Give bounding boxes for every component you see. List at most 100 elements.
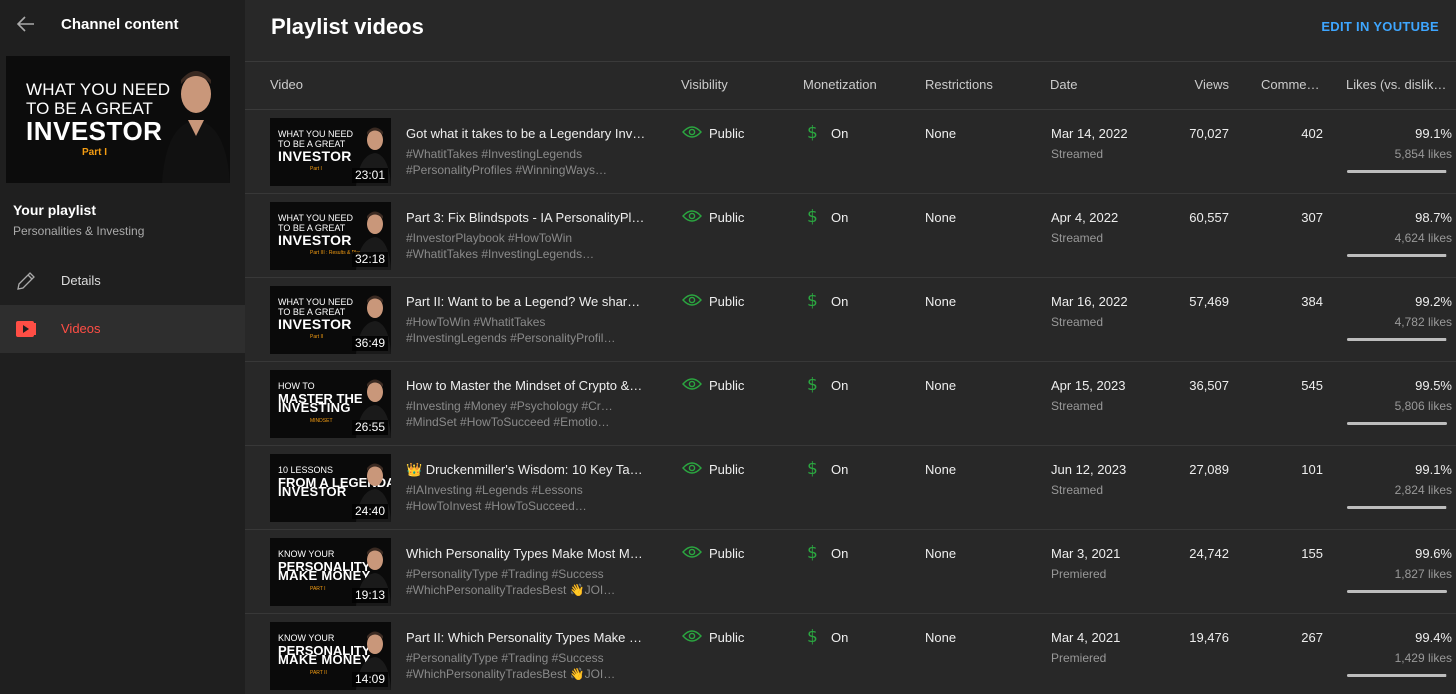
video-thumbnail[interactable]: WHAT YOU NEED TO BE A GREAT INVESTOR Par… (270, 286, 391, 354)
thumb-text-line1: 10 LESSONS (278, 465, 334, 475)
table-row[interactable]: KNOW YOUR PERSONALITY MAKE MONEY PART I … (245, 530, 1456, 614)
comment-count: 307 (1301, 210, 1323, 225)
column-header-restrictions[interactable]: Restrictions (925, 77, 993, 92)
visibility-status[interactable]: Public (709, 630, 744, 645)
monetization-status[interactable]: On (831, 294, 848, 309)
likes-count: 4,624 likes (1394, 231, 1452, 245)
comment-count: 267 (1301, 630, 1323, 645)
table-row[interactable]: WHAT YOU NEED TO BE A GREAT INVESTOR Par… (245, 278, 1456, 362)
video-description-line1: #Investing #Money #Psychology #Crypto (406, 399, 616, 413)
view-count: 70,027 (1189, 126, 1229, 141)
video-description-line1: #HowToWin #WhatitTakes (406, 315, 546, 329)
video-title[interactable]: Got what it takes to be a Legendary Inv… (406, 126, 646, 141)
video-date: Mar 14, 2022 (1051, 126, 1128, 141)
video-icon (16, 321, 36, 337)
visibility-status[interactable]: Public (709, 210, 744, 225)
video-thumbnail[interactable]: 10 LESSONS FROM A LEGENDARY INVESTOR 24:… (270, 454, 391, 522)
playlist-thumb-line3: INVESTOR (26, 116, 163, 146)
nav-videos[interactable]: Videos (0, 305, 245, 353)
monetization-status[interactable]: On (831, 462, 848, 477)
thumb-text-line1: WHAT YOU NEED (278, 213, 354, 223)
video-title[interactable]: 👑 Druckenmiller's Wisdom: 10 Key Tak… (406, 462, 646, 478)
playlist-thumbnail[interactable]: WHAT YOU NEED TO BE A GREAT INVESTOR Par… (6, 56, 230, 183)
video-duration: 36:49 (351, 336, 388, 351)
column-header-likes[interactable]: Likes (vs. dislik… (1346, 77, 1446, 92)
monetization-status[interactable]: On (831, 126, 848, 141)
column-header-video[interactable]: Video (270, 77, 303, 92)
column-header-monetization[interactable]: Monetization (803, 77, 877, 92)
video-thumbnail[interactable]: WHAT YOU NEED TO BE A GREAT INVESTOR Par… (270, 202, 391, 270)
nav-videos-label: Videos (61, 321, 101, 336)
thumb-text-line1: WHAT YOU NEED (278, 297, 354, 307)
video-title[interactable]: Part II: Which Personality Types Make … (406, 630, 646, 645)
thumb-text-line3: INVESTING (278, 400, 351, 415)
column-header-visibility[interactable]: Visibility (681, 77, 728, 92)
video-duration: 23:01 (351, 168, 388, 183)
restrictions-status: None (925, 210, 957, 225)
monetization-status[interactable]: On (831, 378, 848, 393)
likes-ratio-fill (1347, 422, 1447, 425)
video-title[interactable]: Part II: Want to be a Legend? We share … (406, 294, 646, 309)
video-title[interactable]: Which Personality Types Make Most M… (406, 546, 646, 561)
likes-ratio-bar (1347, 590, 1447, 593)
comment-count: 402 (1301, 126, 1323, 141)
eye-icon (682, 210, 702, 222)
column-header-views[interactable]: Views (1195, 77, 1229, 92)
video-description-line2: #WhichPersonalityTradesBest 👋JOIN T… (406, 667, 616, 681)
video-thumbnail[interactable]: HOW TO MASTER THE INVESTING MINDSET 26:5… (270, 370, 391, 438)
table-row[interactable]: WHAT YOU NEED TO BE A GREAT INVESTOR Par… (245, 110, 1456, 194)
likes-ratio-fill (1347, 674, 1447, 677)
likes-ratio-bar (1347, 422, 1447, 425)
likes-percentage: 99.1% (1415, 126, 1452, 141)
video-thumbnail[interactable]: KNOW YOUR PERSONALITY MAKE MONEY PART I … (270, 538, 391, 606)
table-row[interactable]: KNOW YOUR PERSONALITY MAKE MONEY PART II… (245, 614, 1456, 694)
dollar-icon: $ (807, 543, 818, 563)
monetization-status[interactable]: On (831, 630, 848, 645)
video-thumbnail[interactable]: WHAT YOU NEED TO BE A GREAT INVESTOR Par… (270, 118, 391, 186)
eye-icon (682, 630, 702, 642)
likes-count: 1,429 likes (1394, 651, 1452, 665)
table-row[interactable]: WHAT YOU NEED TO BE A GREAT INVESTOR Par… (245, 194, 1456, 278)
video-description-line1: #InvestorPlaybook #HowToWin (406, 231, 573, 245)
likes-count: 1,827 likes (1394, 567, 1452, 581)
dollar-icon: $ (807, 207, 818, 227)
nav-details[interactable]: Details (0, 257, 245, 305)
likes-ratio-fill (1347, 506, 1447, 509)
video-title[interactable]: How to Master the Mindset of Crypto &… (406, 378, 646, 393)
column-header-date[interactable]: Date (1050, 77, 1077, 92)
thumb-text-line4: PART I (310, 586, 326, 592)
column-header-comments[interactable]: Comme… (1261, 77, 1320, 92)
visibility-status[interactable]: Public (709, 126, 744, 141)
dollar-icon: $ (807, 123, 818, 143)
likes-ratio-fill (1347, 590, 1447, 593)
visibility-status[interactable]: Public (709, 378, 744, 393)
video-date: Mar 3, 2021 (1051, 546, 1121, 561)
likes-count: 4,782 likes (1394, 315, 1452, 329)
video-date-type: Streamed (1051, 231, 1104, 245)
video-description-line1: #WhatitTakes #InvestingLegends (406, 147, 583, 161)
table-row[interactable]: 10 LESSONS FROM A LEGENDARY INVESTOR 24:… (245, 446, 1456, 530)
likes-count: 2,824 likes (1394, 483, 1452, 497)
video-thumbnail[interactable]: KNOW YOUR PERSONALITY MAKE MONEY PART II… (270, 622, 391, 690)
view-count: 19,476 (1189, 630, 1229, 645)
thumb-text-line3: INVESTOR (278, 484, 347, 499)
monetization-status[interactable]: On (831, 546, 848, 561)
video-date-type: Premiered (1051, 567, 1107, 581)
visibility-status[interactable]: Public (709, 462, 744, 477)
divider (245, 61, 1456, 62)
back-arrow-icon[interactable] (14, 12, 38, 36)
video-title[interactable]: Part 3: Fix Blindspots - IA PersonalityP… (406, 210, 646, 225)
visibility-status[interactable]: Public (709, 546, 744, 561)
video-description-line2: #MindSet #HowToSucceed #Emotions… (406, 415, 616, 429)
view-count: 36,507 (1189, 378, 1229, 393)
likes-percentage: 98.7% (1415, 210, 1452, 225)
video-description-line1: #PersonalityType #Trading #Success (406, 567, 604, 581)
likes-percentage: 99.1% (1415, 462, 1452, 477)
video-duration: 32:18 (351, 252, 388, 267)
likes-ratio-bar (1347, 338, 1447, 341)
visibility-status[interactable]: Public (709, 294, 744, 309)
video-date-type: Streamed (1051, 399, 1104, 413)
table-row[interactable]: HOW TO MASTER THE INVESTING MINDSET 26:5… (245, 362, 1456, 446)
monetization-status[interactable]: On (831, 210, 848, 225)
edit-in-youtube-link[interactable]: EDIT IN YOUTUBE (1321, 19, 1439, 34)
